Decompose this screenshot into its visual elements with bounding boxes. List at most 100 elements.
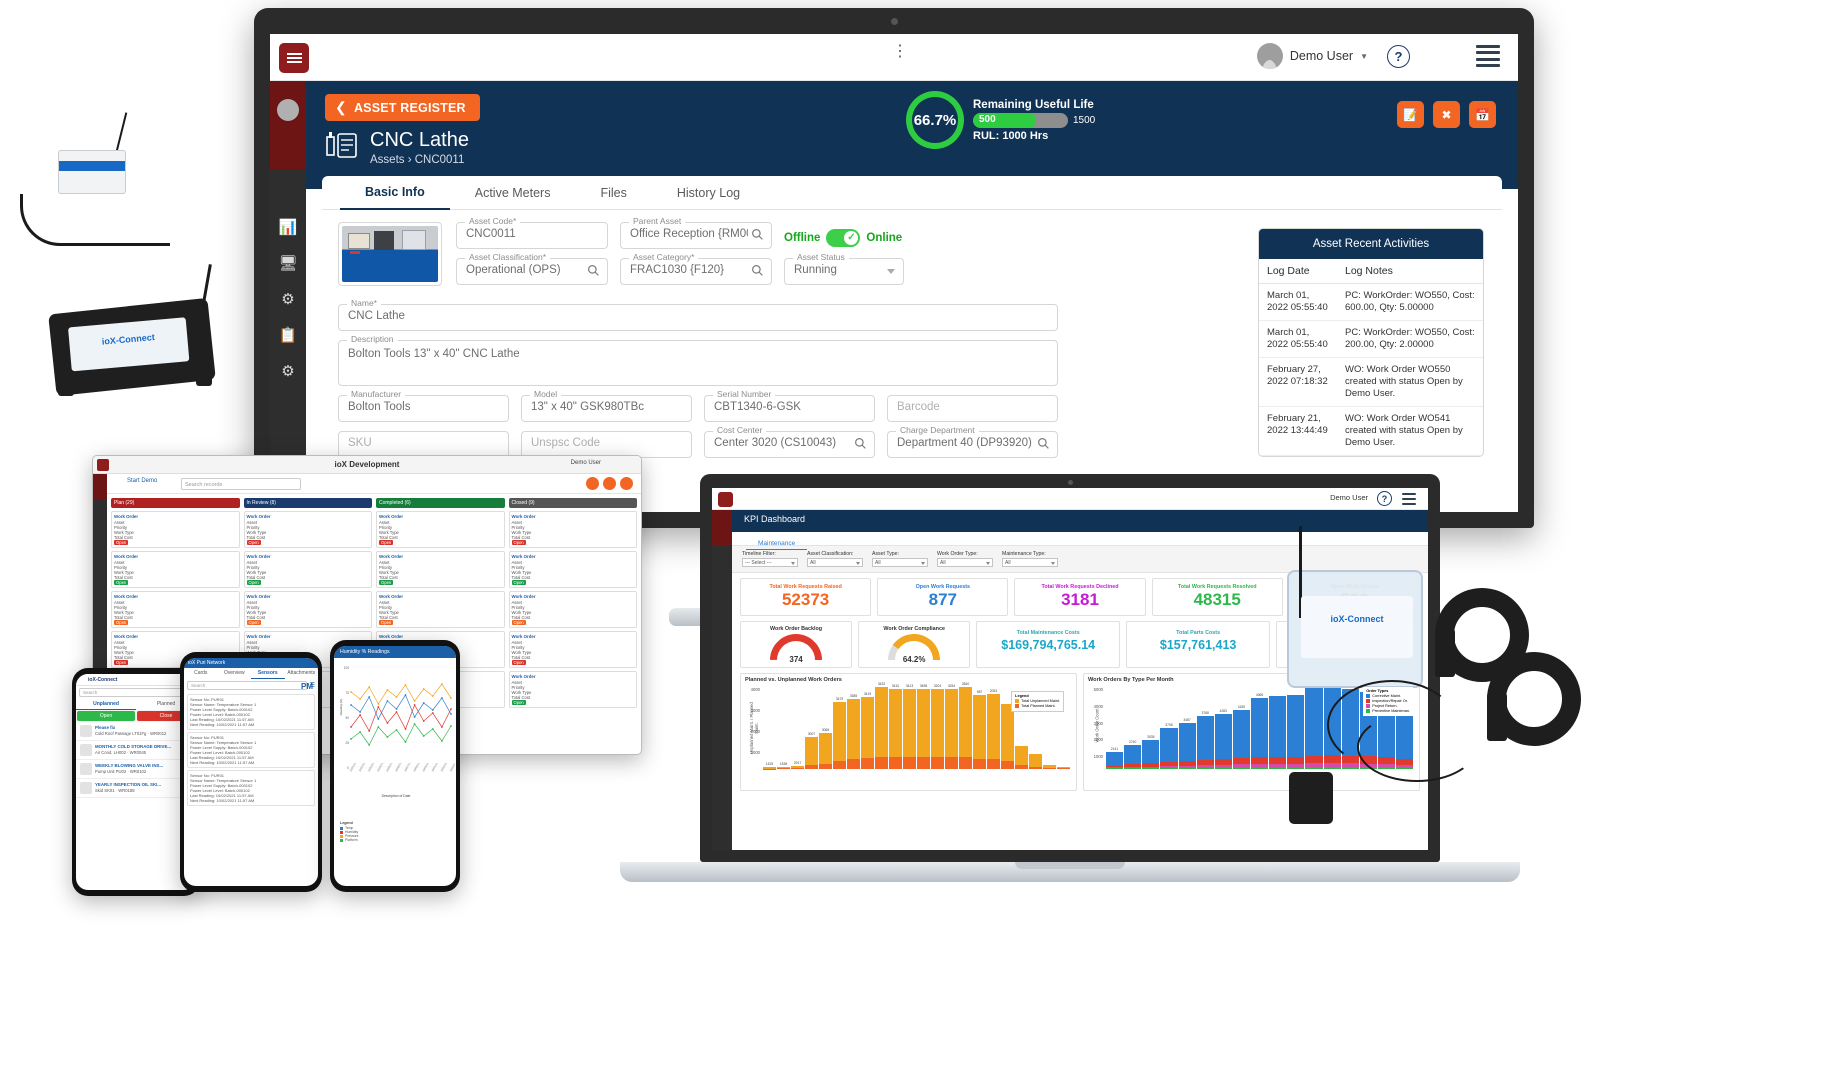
close-document-icon[interactable]: ✖	[1433, 101, 1460, 128]
kanban-card[interactable]: Work OrderAssetPriorityWork TypeTotal Co…	[243, 551, 372, 588]
tab-history-log[interactable]: History Log	[652, 176, 765, 210]
search-icon[interactable]	[751, 228, 764, 241]
kanban-card[interactable]: Work OrderAssetPriorityWork TypeTotal Co…	[508, 671, 637, 708]
user-menu[interactable]: Demo User ▼	[1256, 43, 1368, 69]
sensor-card[interactable]: Sensor No: PUR01 Sensor Name: Temperature…	[187, 770, 315, 806]
filter-workordertype[interactable]: Work Order Type: All	[937, 551, 993, 567]
kanban-card[interactable]: Work OrderAssetPriorityWork TypeTotal Co…	[243, 591, 372, 628]
asset-status-field[interactable]: Asset Status Running	[784, 252, 904, 285]
table-row[interactable]: March 01, 2022 05:55:40 PC: WorkOrder: WO…	[1259, 283, 1483, 321]
search-icon[interactable]	[1037, 437, 1050, 450]
table-row[interactable]: February 27, 2022 07:18:32 WO: Work Order…	[1259, 357, 1483, 407]
model-field[interactable]: Model 13" x 40" GSK980TBc	[521, 389, 692, 422]
serial-number-field[interactable]: Serial Number CBT1340-6-GSK	[704, 389, 875, 422]
hamburger-icon[interactable]	[279, 43, 309, 73]
unspsc-code-field[interactable]: Unspsc Code	[521, 431, 692, 458]
filter-assettype[interactable]: Asset Type: All	[872, 551, 928, 567]
tab-attachments[interactable]: Attachments	[285, 668, 319, 679]
list-item[interactable]: WEEKLY BLOWING VALVE INS... Pump Unit PU0…	[76, 760, 196, 779]
filter-icon[interactable]	[620, 477, 633, 490]
search-icon[interactable]	[751, 264, 764, 277]
kanban-card[interactable]: Work OrderAssetPriorityWork TypeTotal Co…	[508, 631, 637, 668]
cost-center-field[interactable]: Cost Center Center 3020 (CS10043)	[704, 425, 875, 458]
manufacturer-field[interactable]: Manufacturer Bolton Tools	[338, 389, 509, 422]
kanban-card[interactable]: Work OrderAssetPriorityWork TypeTotal Co…	[508, 591, 637, 628]
kanban-card[interactable]: Work OrderAssetPriorityWork TypeTotal Co…	[508, 551, 637, 588]
filter-select[interactable]: All	[872, 558, 928, 567]
search-input[interactable]: Search	[79, 688, 193, 697]
kanban-card[interactable]: Work OrderAssetPriorityWork TypeTotal Co…	[376, 551, 505, 588]
sku-field[interactable]: SKU	[338, 431, 509, 458]
sidebar-item-settings[interactable]: ⚙	[270, 281, 306, 317]
sidebar-item-analytics[interactable]: 📊	[270, 209, 306, 245]
document-edit-icon[interactable]: 📝	[1397, 101, 1424, 128]
tab-unplanned[interactable]: Unplanned	[76, 699, 136, 710]
sensor-card[interactable]: Sensor No: PUR01 Sensor Name: Temperature…	[187, 694, 315, 730]
list-item[interactable]: Please fix Cold Roof Passage LT01Fg · WR0…	[76, 722, 196, 741]
sidebar-item-config[interactable]: ⚙	[270, 353, 306, 389]
description-field[interactable]: Description Bolton Tools 13" x 40" CNC L…	[338, 334, 1058, 386]
filter-select[interactable]: All	[807, 558, 863, 567]
table-row[interactable]: March 01, 2022 05:55:40 PC: WorkOrder: WO…	[1259, 320, 1483, 358]
add-icon[interactable]	[586, 477, 599, 490]
charge-department-field[interactable]: Charge Department Department 40 (DP93920…	[887, 425, 1058, 458]
asset-thumbnail[interactable]	[338, 222, 442, 286]
tab-maintenance[interactable]: Maintenance	[746, 538, 808, 550]
subtab-open[interactable]: Open	[77, 711, 135, 721]
online-toggle[interactable]: ✓	[826, 228, 861, 247]
search-input[interactable]: Search	[187, 681, 307, 690]
online-status-toggle[interactable]: Offline ✓ Online	[784, 222, 902, 249]
barcode-field[interactable]: Barcode	[887, 395, 1058, 422]
table-row[interactable]: February 21, 2022 13:44:49 WO: Work Order…	[1259, 406, 1483, 456]
kanban-card[interactable]: Work OrderAssetPriorityWork TypeTotal Co…	[111, 591, 240, 628]
asset-register-back-button[interactable]: ❮ ASSET REGISTER	[325, 94, 480, 121]
search-input[interactable]: Search records	[181, 478, 301, 490]
filter-maintenancetype[interactable]: Maintenance Type: All	[1002, 551, 1058, 567]
search-icon[interactable]	[587, 264, 600, 277]
asset-category-field[interactable]: Asset Category* FRAC1030 {F120}	[620, 252, 772, 285]
calendar-document-icon[interactable]: 📅	[1469, 101, 1496, 128]
sidebar-item-reports[interactable]: 📋	[270, 317, 306, 353]
hamburger-icon[interactable]	[718, 492, 733, 507]
kanban-card[interactable]: Work OrderAssetPriorityWork TypeTotal Co…	[111, 551, 240, 588]
asset-code-field[interactable]: Asset Code* CNC0011	[456, 216, 608, 249]
list-item[interactable]: YEARLY INSPECTION OIL SKI... Skid SK01 · …	[76, 779, 196, 798]
name-field[interactable]: Name* CNC Lathe	[338, 298, 1058, 331]
kanban-card[interactable]: Work OrderAssetPriorityWork TypeTotal Co…	[508, 511, 637, 548]
filter-select[interactable]: --- Select ---	[742, 558, 798, 567]
parent-asset-field[interactable]: Parent Asset Office Reception {RM001}	[620, 216, 772, 249]
kanban-card[interactable]: Work OrderAssetPriorityWork TypeTotal Co…	[376, 511, 505, 548]
kanban-card[interactable]: Work OrderAssetPriorityWork TypeTotal Co…	[376, 591, 505, 628]
vertical-dots-icon[interactable]: ⋮	[892, 44, 908, 60]
chevron-down-icon[interactable]: ▼	[1360, 52, 1368, 61]
filter-timelinefilter[interactable]: Timeline Filter: --- Select ---	[742, 551, 798, 567]
sidebar-item-devices[interactable]: 🖥	[270, 245, 306, 281]
tab-overview[interactable]: Overview	[218, 668, 252, 679]
chevron-down-icon[interactable]	[887, 269, 895, 274]
tab-sensors[interactable]: Sensors	[251, 668, 285, 679]
tab-cards[interactable]: Cards	[184, 668, 218, 679]
filter-select[interactable]: All	[1002, 558, 1058, 567]
question-mark-icon[interactable]: ?	[1377, 491, 1392, 506]
question-mark-icon[interactable]: ?	[1387, 45, 1410, 68]
asset-classification-field[interactable]: Asset Classification* Operational (OPS)	[456, 252, 608, 285]
list-icon[interactable]	[1476, 45, 1500, 67]
sensor-card[interactable]: Sensor No: PUR01 Sensor Name: Temperature…	[187, 732, 315, 768]
bar-segment	[959, 687, 972, 758]
hamburger-icon[interactable]	[97, 459, 109, 471]
list-item[interactable]: MONTHLY COLD STORAGE DRIVE... Air Cond. L…	[76, 741, 196, 760]
kanban-card[interactable]: Work OrderAssetPriorityWork TypeTotal Co…	[243, 511, 372, 548]
tab-active-meters[interactable]: Active Meters	[450, 176, 576, 210]
tab-basic-info[interactable]: Basic Info	[340, 176, 450, 210]
tab-files[interactable]: Files	[575, 176, 651, 210]
search-icon[interactable]	[854, 437, 867, 450]
filter-assetclassification[interactable]: Asset Classification: All	[807, 551, 863, 567]
kanban-card[interactable]: Work OrderAssetPriorityWork TypeTotal Co…	[111, 511, 240, 548]
start-demo-chip[interactable]: Start Demo	[127, 478, 157, 484]
refresh-icon[interactable]	[603, 477, 616, 490]
phone1-search[interactable]: Search	[76, 686, 196, 699]
kanban-column-header: Completed (6)	[376, 498, 505, 508]
list-icon[interactable]	[1402, 493, 1416, 505]
filter-select[interactable]: All	[937, 558, 993, 567]
tab-label: Files	[600, 186, 627, 200]
